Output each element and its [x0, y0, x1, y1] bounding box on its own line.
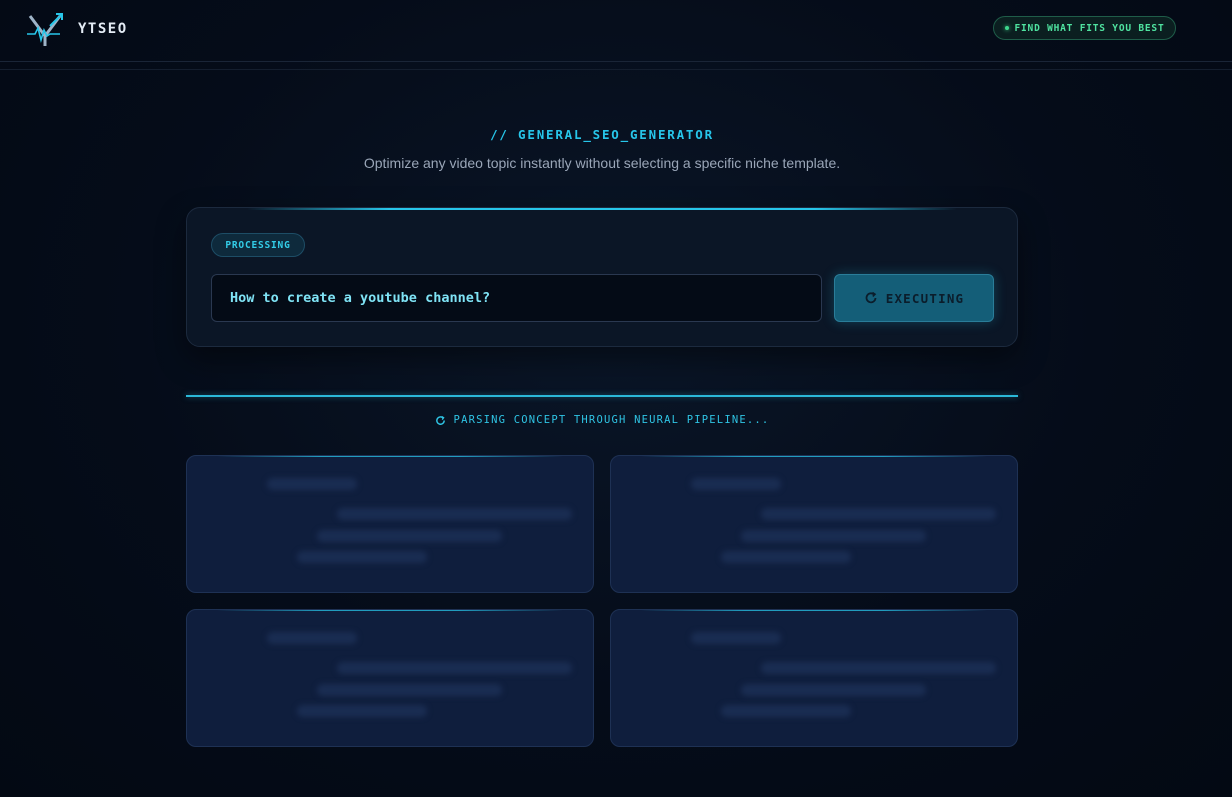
- card-accent-line: [217, 610, 563, 611]
- skeleton-line: [721, 551, 851, 563]
- brand-name[interactable]: YTSEO: [78, 21, 128, 37]
- refresh-icon: [865, 291, 877, 304]
- progress-divider: [186, 395, 1018, 397]
- card-accent-line: [217, 456, 563, 457]
- skeleton-line: [721, 705, 851, 717]
- skeleton-line: [297, 551, 427, 563]
- execute-label: EXECUTING: [885, 290, 965, 306]
- loading-text: PARSING CONCEPT THROUGH NEURAL PIPELINE.…: [453, 414, 770, 426]
- skeleton-line: [691, 632, 781, 644]
- card-accent-line: [247, 208, 957, 210]
- skeleton-line: [761, 508, 996, 520]
- header-divider: [0, 61, 1232, 62]
- loading-status: PARSING CONCEPT THROUGH NEURAL PIPELINE.…: [0, 414, 1204, 426]
- header-divider-secondary: [0, 69, 1232, 70]
- input-card: PROCESSING EXECUTING: [186, 207, 1018, 347]
- result-card-skeleton: [186, 609, 594, 747]
- spinner-icon: [435, 415, 445, 425]
- skeleton-line: [761, 662, 996, 674]
- result-card-skeleton: [610, 609, 1018, 747]
- result-card-skeleton: [610, 455, 1018, 593]
- result-card-skeleton: [186, 455, 594, 593]
- skeleton-line: [741, 530, 926, 542]
- skeleton-line: [297, 705, 427, 717]
- skeleton-line: [267, 478, 357, 490]
- card-accent-line: [641, 610, 987, 611]
- skeleton-line: [741, 684, 926, 696]
- skeleton-line: [337, 662, 572, 674]
- skeleton-line: [267, 632, 357, 644]
- status-badge: PROCESSING: [211, 233, 305, 257]
- ytseo-logo-icon[interactable]: [26, 12, 64, 48]
- section-subtitle: Optimize any video topic instantly witho…: [363, 155, 841, 171]
- section-title: // GENERAL_SEO_GENERATOR: [490, 127, 714, 142]
- find-fit-label: FIND WHAT FITS YOU BEST: [1014, 22, 1165, 34]
- topic-input[interactable]: [211, 274, 822, 322]
- execute-button[interactable]: EXECUTING: [834, 274, 994, 322]
- skeleton-line: [317, 530, 502, 542]
- status-dot-icon: [1004, 26, 1009, 30]
- find-fit-button[interactable]: FIND WHAT FITS YOU BEST: [993, 16, 1176, 40]
- skeleton-line: [317, 684, 502, 696]
- skeleton-line: [691, 478, 781, 490]
- skeleton-line: [337, 508, 572, 520]
- top-header: YTSEO FIND WHAT FITS YOU BEST: [0, 0, 1232, 62]
- card-accent-line: [641, 456, 987, 457]
